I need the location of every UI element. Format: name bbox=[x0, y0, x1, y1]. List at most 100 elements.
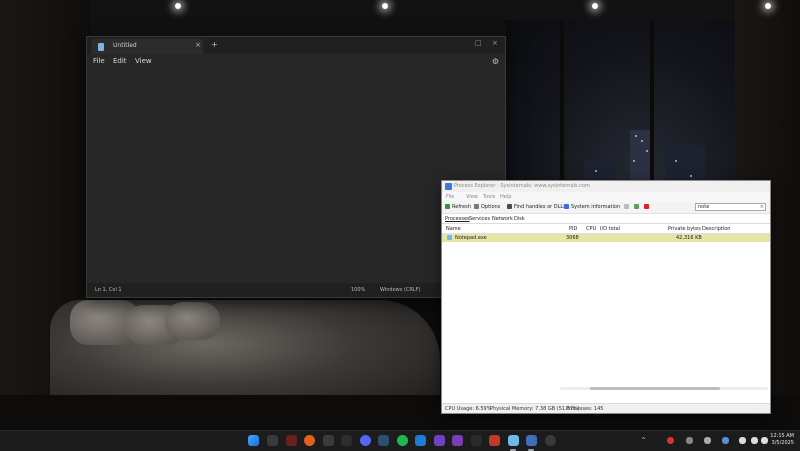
system-information-button[interactable]: System information bbox=[564, 204, 620, 210]
settings-gear-icon[interactable]: ⚙ bbox=[492, 57, 499, 66]
menu-view[interactable]: View bbox=[135, 57, 152, 65]
tab-services[interactable]: Services bbox=[469, 216, 490, 222]
menu-edit[interactable]: Edit bbox=[113, 57, 127, 65]
new-tab-button[interactable]: + bbox=[211, 40, 218, 49]
refresh-label: Refresh bbox=[452, 204, 471, 210]
notepad-taskbar-icon[interactable] bbox=[508, 435, 519, 446]
process-table-header: Name PID CPU I/O total Private bytes Des… bbox=[442, 224, 770, 234]
spotify-icon[interactable] bbox=[397, 435, 408, 446]
menu-file[interactable]: File bbox=[93, 57, 105, 65]
options-label: Options bbox=[481, 204, 501, 210]
battery-icon[interactable] bbox=[761, 437, 768, 444]
column-io-total[interactable]: I/O total bbox=[600, 226, 620, 232]
process-pid: 3068 bbox=[566, 235, 579, 241]
menu-help[interactable]: Help bbox=[500, 194, 511, 200]
find-handles-button[interactable]: Find handles or DLLs bbox=[507, 204, 566, 210]
taskbar: ^ 12:15 AM 3/5/2025 bbox=[0, 430, 800, 451]
kill-process-button[interactable] bbox=[644, 204, 651, 210]
clear-search-icon[interactable]: × bbox=[760, 204, 764, 211]
vscode-icon[interactable] bbox=[415, 435, 426, 446]
ceiling-light bbox=[765, 3, 771, 9]
window-icon bbox=[624, 204, 629, 209]
app-icon[interactable] bbox=[545, 435, 556, 446]
maximize-icon[interactable]: □ bbox=[475, 39, 482, 47]
cpu-usage: CPU Usage: 6.59% bbox=[445, 406, 492, 412]
search-value: note bbox=[698, 204, 710, 210]
tray-app-icon[interactable] bbox=[667, 437, 674, 444]
firefox-icon[interactable] bbox=[304, 435, 315, 446]
tray-app-icon[interactable] bbox=[722, 437, 729, 444]
properties-button[interactable] bbox=[634, 204, 641, 210]
horizontal-scrollbar[interactable] bbox=[560, 387, 768, 390]
kill-x-icon bbox=[644, 204, 649, 209]
process-explorer-icon bbox=[445, 183, 452, 190]
table-row[interactable]: Notepad.exe 3068 42,316 KB bbox=[442, 234, 770, 242]
column-private-bytes[interactable]: Private bytes bbox=[668, 226, 701, 232]
tab-processes[interactable]: Processes bbox=[445, 216, 470, 222]
app-icon[interactable] bbox=[452, 435, 463, 446]
close-icon[interactable]: × bbox=[492, 39, 498, 47]
ceiling-light bbox=[382, 3, 388, 9]
menu-file[interactable]: File bbox=[446, 194, 454, 200]
process-private-bytes: 42,316 KB bbox=[676, 235, 702, 241]
notepad-titlebar[interactable]: Untitled × + □ × bbox=[87, 37, 505, 54]
task-view-icon[interactable] bbox=[267, 435, 278, 446]
sysinfo-label: System information bbox=[571, 204, 621, 210]
ceiling-light bbox=[175, 3, 181, 9]
clock-time: 12:15 AM bbox=[770, 433, 794, 439]
refresh-button[interactable]: Refresh bbox=[445, 204, 471, 210]
column-pid[interactable]: PID bbox=[569, 226, 577, 232]
close-tab-icon[interactable]: × bbox=[195, 41, 201, 49]
tray-app-icon[interactable] bbox=[704, 437, 711, 444]
cursor-position: Ln 1, Col 1 bbox=[95, 287, 122, 293]
pe-titlebar[interactable]: Process Explorer - Sysinternals: www.sys… bbox=[442, 181, 770, 192]
tab-network[interactable]: Network bbox=[492, 216, 513, 222]
discord-icon[interactable] bbox=[360, 435, 371, 446]
app-icon[interactable] bbox=[378, 435, 389, 446]
column-name[interactable]: Name bbox=[446, 226, 461, 232]
volume-icon[interactable] bbox=[751, 437, 758, 444]
start-windows-icon[interactable] bbox=[248, 435, 259, 446]
process-explorer-taskbar-icon[interactable] bbox=[526, 435, 537, 446]
process-name: Notepad.exe bbox=[455, 235, 487, 241]
line-ending: Windows (CRLF) bbox=[380, 287, 421, 293]
find-label: Find handles or DLLs bbox=[514, 204, 566, 210]
app-icon[interactable] bbox=[323, 435, 334, 446]
notepad-process-icon bbox=[447, 235, 452, 240]
clock-date: 3/5/2025 bbox=[771, 440, 794, 446]
notepad-icon bbox=[98, 43, 104, 51]
tab-title: Untitled bbox=[113, 42, 137, 49]
menu-tools[interactable]: Tools bbox=[483, 194, 495, 200]
tray-chevron-icon[interactable]: ^ bbox=[641, 437, 646, 444]
column-cpu[interactable]: CPU bbox=[586, 226, 596, 232]
app-icon[interactable] bbox=[286, 435, 297, 446]
terminal-icon[interactable] bbox=[341, 435, 352, 446]
visual-studio-icon[interactable] bbox=[434, 435, 445, 446]
options-button[interactable]: Options bbox=[474, 204, 500, 210]
notepad-menubar: File Edit View ⚙ bbox=[87, 54, 505, 69]
process-list-empty-area[interactable] bbox=[442, 242, 770, 403]
taskbar-clock[interactable]: 12:15 AM 3/5/2025 bbox=[770, 433, 794, 447]
scrollbar-thumb[interactable] bbox=[590, 387, 720, 390]
column-description[interactable]: Description bbox=[702, 226, 730, 232]
pe-toolbar: Refresh Options Find handles or DLLs Sys… bbox=[442, 202, 770, 214]
window-icon-button[interactable] bbox=[624, 204, 631, 210]
pillow bbox=[165, 302, 220, 340]
pe-menubar: File View Tools Help bbox=[442, 192, 770, 202]
tray-app-icon[interactable] bbox=[686, 437, 693, 444]
tab-untitled[interactable]: Untitled × bbox=[91, 39, 203, 54]
process-count: Processes: 145 bbox=[566, 406, 604, 412]
menu-view[interactable]: View bbox=[466, 194, 478, 200]
pe-window-title: Process Explorer - Sysinternals: www.sys… bbox=[454, 183, 590, 189]
filezilla-icon[interactable] bbox=[489, 435, 500, 446]
wifi-icon[interactable] bbox=[739, 437, 746, 444]
process-explorer-window[interactable]: Process Explorer - Sysinternals: www.sys… bbox=[441, 180, 771, 414]
properties-icon bbox=[634, 204, 639, 209]
pe-statusbar: CPU Usage: 6.59% Physical Memory: 7.38 G… bbox=[442, 403, 770, 413]
ceiling-light bbox=[592, 3, 598, 9]
pe-tabs: Processes Services Network Disk bbox=[442, 214, 770, 224]
binoculars-icon bbox=[507, 204, 512, 209]
search-input[interactable]: note × bbox=[695, 203, 766, 211]
tab-disk[interactable]: Disk bbox=[514, 216, 525, 222]
app-icon[interactable] bbox=[471, 435, 482, 446]
